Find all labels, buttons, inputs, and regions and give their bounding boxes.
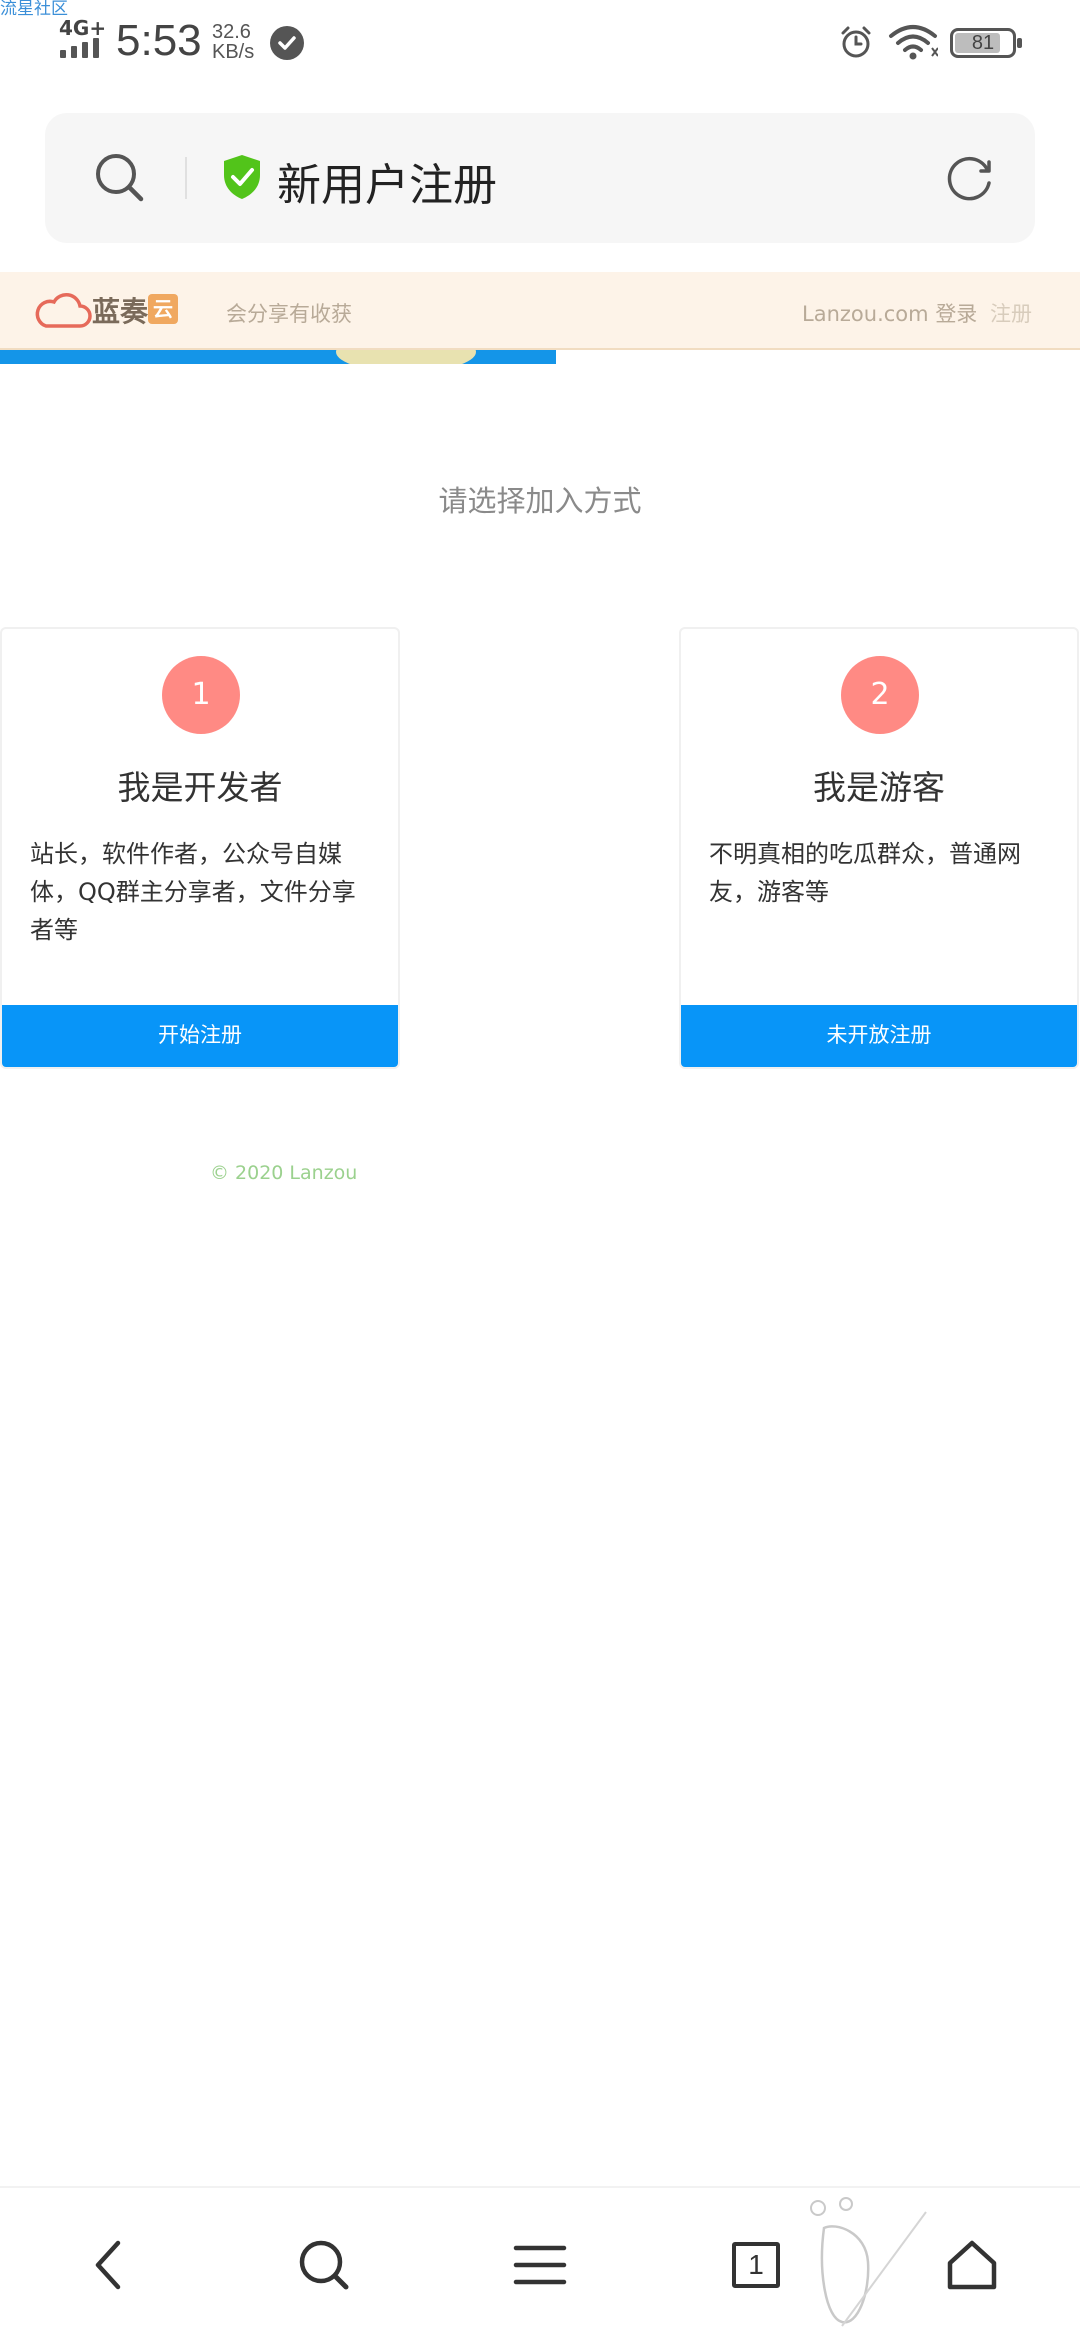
domain-link[interactable]: Lanzou.com: [802, 302, 929, 326]
card-description: 站长，软件作者，公众号自媒体，QQ群主分享者，文件分享者等: [30, 840, 356, 944]
card-title: 我是游客: [813, 768, 945, 807]
site-header: 蓝奏 云 会分享有收获 Lanzou.com 登录 注册: [0, 272, 1080, 350]
copyright: © 2020 Lanzou: [210, 1162, 358, 1184]
card-description: 不明真相的吃瓜群众，普通网友，游客等: [709, 840, 1021, 906]
back-icon: [95, 2240, 121, 2290]
network-speed: 32.6 KB/s: [212, 22, 254, 62]
tab-count: 1: [732, 2242, 780, 2288]
slogan: 会分享有收获: [226, 302, 352, 326]
signal-icon: [60, 38, 99, 58]
home-icon: [947, 2240, 997, 2290]
choose-title: 请选择加入方式: [438, 484, 642, 518]
step-badge: 2: [841, 656, 919, 734]
check-circle-icon: [270, 26, 304, 60]
logo-badge: 云: [148, 294, 178, 324]
search-icon[interactable]: [93, 151, 147, 209]
menu-button[interactable]: [480, 2188, 600, 2340]
register-link[interactable]: 注册: [990, 302, 1032, 326]
divider: [185, 157, 187, 199]
tabs-button[interactable]: 1: [696, 2188, 816, 2340]
search-button[interactable]: [264, 2188, 384, 2340]
back-button[interactable]: [48, 2188, 168, 2340]
mascot-image: [336, 350, 476, 364]
clock: 5:53: [116, 16, 202, 65]
step-badge: 1: [162, 656, 240, 734]
cloud-logo-icon[interactable]: [32, 292, 92, 336]
status-bar: 4G+ 5:53 32.6 KB/s 81: [0, 0, 1080, 90]
page-title: 新用户注册: [277, 160, 497, 211]
menu-icon: [513, 2245, 567, 2285]
login-link[interactable]: 登录: [935, 302, 977, 326]
card-title: 我是开发者: [117, 768, 283, 807]
alarm-icon: [838, 24, 874, 64]
banner-image: [0, 350, 556, 364]
speed-value: 32.6: [212, 21, 251, 43]
battery-icon: 81: [950, 28, 1022, 58]
logo-text[interactable]: 蓝奏: [92, 290, 148, 330]
address-bar[interactable]: 新用户注册: [45, 113, 1035, 243]
start-register-button[interactable]: 开始注册: [2, 1005, 398, 1067]
battery-level: 81: [971, 32, 995, 54]
refresh-icon[interactable]: [941, 149, 999, 211]
wifi-icon: [888, 22, 939, 66]
shield-icon: [221, 153, 263, 205]
speed-unit: KB/s: [212, 41, 255, 63]
header-links: Lanzou.com 登录 注册: [802, 298, 1032, 328]
guest-card: 2 我是游客 不明真相的吃瓜群众，普通网友，游客等 未开放注册: [679, 627, 1079, 1069]
developer-card: 1 我是开发者 站长，软件作者，公众号自媒体，QQ群主分享者，文件分享者等 开始…: [0, 627, 400, 1069]
footprint-watermark-icon: [806, 2192, 936, 2336]
search-icon: [299, 2240, 349, 2290]
network-type: 4G+: [59, 16, 107, 40]
guest-register-button[interactable]: 未开放注册: [681, 1005, 1077, 1067]
